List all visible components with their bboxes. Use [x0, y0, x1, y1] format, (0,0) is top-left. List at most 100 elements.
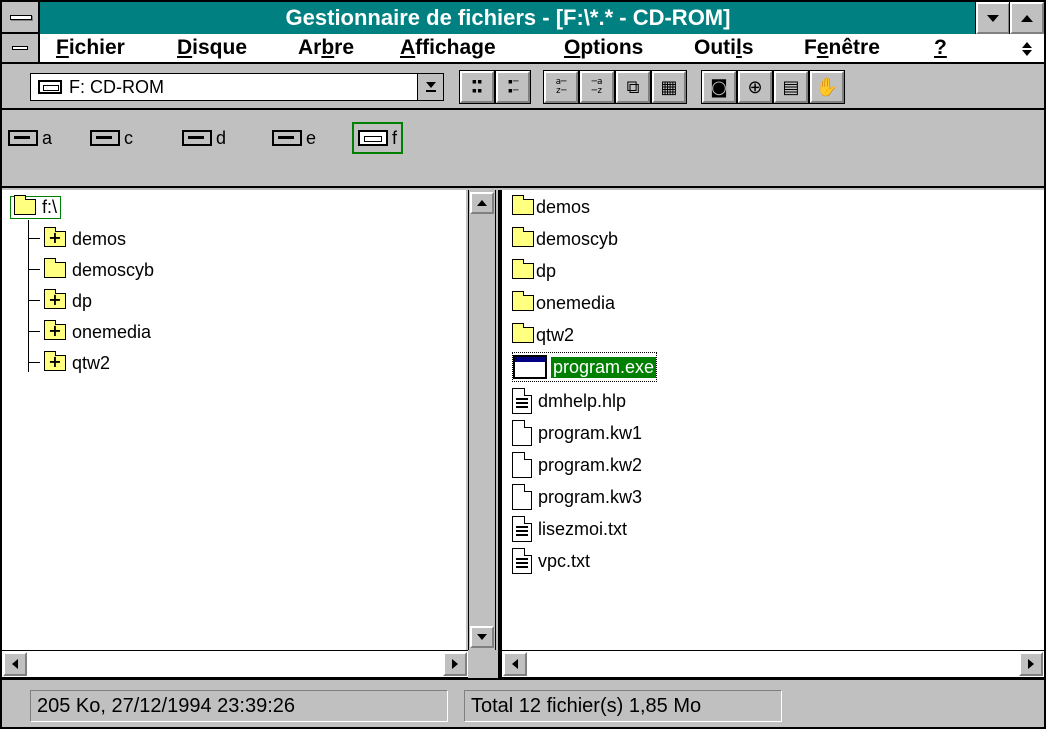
file-list-folder[interactable]: demoscyb — [512, 224, 618, 254]
scroll-up-icon — [477, 200, 487, 206]
menu-bar: Fichier Disque Arbre Affichage Options O… — [2, 34, 1044, 64]
file-list-folder[interactable]: qtw2 — [512, 320, 574, 350]
maximize-icon — [1021, 14, 1033, 22]
tree-item[interactable]: onemedia — [44, 317, 151, 347]
menu-disque[interactable]: Disque — [177, 34, 247, 62]
menu-arbre[interactable]: Arbre — [298, 34, 354, 62]
child-system-menu-button[interactable] — [2, 34, 40, 62]
restore-up-icon — [1022, 42, 1032, 48]
scroll-left-button[interactable] — [503, 652, 527, 676]
scroll-right-button[interactable] — [1019, 652, 1043, 676]
status-totals: Total 12 fichier(s) 1,85 Mo — [464, 690, 782, 722]
maximize-button[interactable] — [1009, 1, 1045, 35]
drive-dropdown-arrow[interactable] — [417, 74, 443, 100]
text-file-icon — [512, 516, 532, 542]
minimize-button[interactable] — [975, 1, 1011, 35]
directory-tree[interactable]: f:\ demos demoscyb dp onemedia qtw2 — [2, 190, 466, 650]
scroll-up-button[interactable] — [470, 192, 494, 214]
tool-share-as[interactable]: ▤ — [773, 70, 809, 104]
tool-sort-by-type[interactable]: ─a ─z — [579, 70, 615, 104]
scroll-left-button[interactable] — [3, 652, 27, 676]
large-icons-icon: ▪▪ ▪▪ — [471, 77, 483, 96]
files-horizontal-scrollbar[interactable] — [502, 650, 1044, 678]
tool-connect-network[interactable]: ◙ — [701, 70, 737, 104]
folder-expand-icon — [44, 351, 66, 371]
text-file-icon — [512, 548, 532, 574]
tool-large-icons[interactable]: ▪▪ ▪▪ — [459, 70, 495, 104]
disconnect-drive-icon: ⊕ — [747, 76, 763, 98]
file-icon — [512, 452, 532, 478]
window-title: Gestionnaire de fichiers - [F:\*.* - CD-… — [285, 5, 731, 30]
sort-size-icon: ⧉ — [626, 76, 640, 98]
file-list-item-selected[interactable]: program.exe — [512, 352, 658, 382]
folder-expand-icon — [44, 227, 66, 247]
menu-fichier[interactable]: Fichier — [56, 34, 125, 62]
sort-date-icon: ▦ — [660, 76, 678, 98]
folder-icon — [44, 258, 66, 278]
file-manager-window: Gestionnaire de fichiers - [F:\*.* - CD-… — [0, 0, 1046, 729]
drive-bar: a c d e f — [2, 110, 1044, 188]
file-list[interactable]: demos demoscyb dp onemedia qtw2 program.… — [502, 190, 1044, 650]
folder-expand-icon — [44, 289, 66, 309]
hard-drive-icon — [272, 130, 302, 146]
tool-stop-sharing[interactable]: ✋ — [809, 70, 845, 104]
file-list-item[interactable]: program.kw1 — [512, 418, 642, 448]
file-list-folder[interactable]: demos — [512, 192, 590, 222]
menu-fenetre[interactable]: Fenêtre — [804, 34, 880, 62]
drive-d[interactable]: d — [182, 122, 226, 154]
child-restore-button[interactable] — [1012, 38, 1042, 60]
tree-horizontal-scrollbar[interactable] — [2, 650, 468, 678]
stop-sharing-icon: ✋ — [815, 76, 839, 98]
status-bar: 205 Ko, 27/12/1994 23:39:26 Total 12 fic… — [2, 678, 1044, 727]
drive-a[interactable]: a — [8, 122, 52, 154]
file-list-folder[interactable]: dp — [512, 256, 556, 286]
text-file-icon — [512, 388, 532, 414]
tool-sort-by-size[interactable]: ⧉ — [615, 70, 651, 104]
folder-expand-icon — [44, 320, 66, 340]
tool-sort-by-name[interactable]: a─ z─ — [543, 70, 579, 104]
folder-icon — [512, 323, 534, 343]
file-list-folder[interactable]: onemedia — [512, 288, 615, 318]
menu-affichage[interactable]: Affichage — [400, 34, 496, 62]
system-menu-button[interactable] — [2, 2, 40, 34]
scroll-down-button[interactable] — [470, 626, 494, 648]
file-list-item[interactable]: lisezmoi.txt — [512, 514, 627, 544]
title-bar[interactable]: Gestionnaire de fichiers - [F:\*.* - CD-… — [2, 1, 1045, 35]
tool-list-view[interactable]: ▪─ ▪─ — [495, 70, 531, 104]
drive-e[interactable]: e — [272, 122, 316, 154]
tree-item[interactable]: demos — [44, 224, 126, 254]
open-folder-icon — [14, 195, 36, 215]
folder-icon — [512, 291, 534, 311]
minimize-icon — [987, 14, 999, 22]
drive-select[interactable]: F: CD-ROM — [30, 73, 444, 101]
tree-root[interactable]: f:\ — [10, 192, 62, 222]
tree-item[interactable]: dp — [44, 286, 92, 316]
scroll-right-icon — [1028, 659, 1034, 669]
share-icon: ▤ — [782, 76, 800, 98]
drive-c[interactable]: c — [90, 122, 133, 154]
hard-drive-icon — [90, 130, 120, 146]
folder-icon — [512, 259, 534, 279]
scroll-right-button[interactable] — [443, 652, 467, 676]
tool-disconnect-network[interactable]: ⊕ — [737, 70, 773, 104]
file-icon — [512, 484, 532, 510]
child-system-menu-icon — [12, 46, 28, 50]
sort-name-icon: a─ z─ — [555, 77, 567, 96]
menu-help[interactable]: ? — [934, 34, 947, 62]
file-list-item[interactable]: program.kw3 — [512, 482, 642, 512]
file-list-item[interactable]: program.kw2 — [512, 450, 642, 480]
menu-options[interactable]: Options — [564, 34, 643, 62]
tree-item[interactable]: qtw2 — [44, 348, 110, 378]
status-selection-info: 205 Ko, 27/12/1994 23:39:26 — [30, 690, 448, 722]
tree-vertical-scrollbar[interactable] — [468, 190, 496, 650]
tree-item[interactable]: demoscyb — [44, 255, 154, 285]
file-list-item[interactable]: vpc.txt — [512, 546, 590, 576]
file-list-item[interactable]: dmhelp.hlp — [512, 386, 626, 416]
scroll-right-icon — [452, 659, 458, 669]
chevron-down-icon — [425, 82, 436, 88]
tool-sort-by-date[interactable]: ▦ — [651, 70, 687, 104]
menu-outils[interactable]: Outils — [694, 34, 754, 62]
network-drive-icon: ◙ — [710, 76, 728, 98]
drive-f[interactable]: f — [352, 122, 404, 154]
file-icon — [512, 420, 532, 446]
